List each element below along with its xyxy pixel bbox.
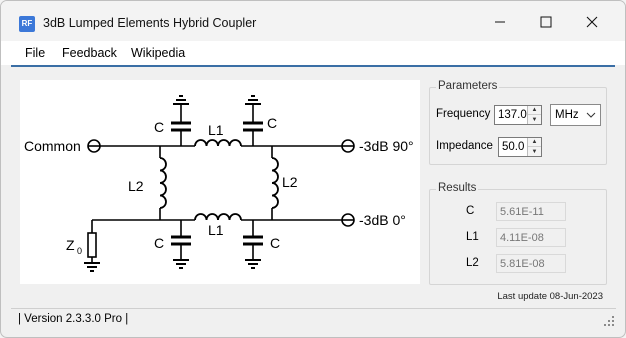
impedance-value: 50.0 <box>502 141 525 153</box>
impedance-input[interactable]: 50.0 ▲ ▼ <box>498 137 542 157</box>
close-button[interactable] <box>569 5 615 39</box>
result-c-label: C <box>466 205 475 217</box>
label-c-top-right: C <box>267 115 277 131</box>
result-l1-value: 4.11E-08 <box>496 228 566 247</box>
menu-file[interactable]: File <box>25 46 45 60</box>
parameters-group: Parameters Frequency 137.0 ▲ ▼ MHz Imped… <box>429 80 607 165</box>
maximize-icon <box>540 16 552 28</box>
label-l1-bottom: L1 <box>208 222 224 238</box>
resize-grip-icon[interactable] <box>604 316 614 326</box>
label-l2-right: L2 <box>282 174 298 190</box>
label-port-90: -3dB 90° <box>359 138 414 154</box>
spin-up-icon[interactable]: ▲ <box>528 106 541 115</box>
impedance-label: Impedance <box>436 140 493 152</box>
unit-select[interactable]: MHz <box>550 104 601 126</box>
label-l1-top: L1 <box>208 122 224 138</box>
label-c-bottom-left: C <box>154 235 164 251</box>
close-icon <box>586 16 598 28</box>
results-title: Results <box>436 182 479 194</box>
circuit-schematic: Common -3dB 90° -3dB 0° C C C C L1 L1 L2… <box>24 95 414 272</box>
frequency-label: Frequency <box>436 108 491 120</box>
app-window: RF 3dB Lumped Elements Hybrid Coupler Fi… <box>0 0 626 338</box>
label-c-bottom-right: C <box>270 235 280 251</box>
circuit-diagram: Common -3dB 90° -3dB 0° C C C C L1 L1 L2… <box>20 80 420 284</box>
maximize-button[interactable] <box>523 5 569 39</box>
result-l1-label: L1 <box>466 231 479 243</box>
status-bar: | Version 2.3.3.0 Pro | <box>11 308 616 328</box>
label-common: Common <box>24 138 81 154</box>
label-port-0: -3dB 0° <box>359 212 406 228</box>
window-title: 3dB Lumped Elements Hybrid Coupler <box>43 16 257 30</box>
spin-down-icon[interactable]: ▼ <box>528 115 541 124</box>
app-icon: RF <box>19 16 35 32</box>
menu-divider <box>11 65 615 67</box>
menu-wikipedia[interactable]: Wikipedia <box>131 46 185 60</box>
label-c-top-left: C <box>154 119 164 135</box>
label-l2-left: L2 <box>128 178 144 194</box>
impedance-spinner[interactable]: ▲ ▼ <box>527 138 541 156</box>
spin-up-icon[interactable]: ▲ <box>528 138 541 147</box>
result-l2-label: L2 <box>466 257 479 269</box>
unit-value: MHz <box>555 109 579 121</box>
version-status: | Version 2.3.3.0 Pro | <box>18 313 129 325</box>
frequency-input[interactable]: 137.0 ▲ ▼ <box>494 105 542 125</box>
title-bar[interactable]: RF 3dB Lumped Elements Hybrid Coupler <box>1 1 625 41</box>
spin-down-icon[interactable]: ▼ <box>528 147 541 156</box>
menu-bar: File Feedback Wikipedia <box>1 41 625 65</box>
result-c-value: 5.61E-11 <box>496 202 566 221</box>
minimize-icon <box>495 21 505 23</box>
minimize-button[interactable] <box>477 5 523 39</box>
results-group: Results C 5.61E-11 L1 4.11E-08 L2 5.81E-… <box>429 182 607 285</box>
frequency-value: 137.0 <box>498 109 527 121</box>
last-update-text: Last update 08-Jun-2023 <box>497 291 603 302</box>
menu-feedback[interactable]: Feedback <box>62 46 117 60</box>
label-z0-subscript: 0 <box>77 246 82 256</box>
result-l2-value: 5.81E-08 <box>496 254 566 273</box>
frequency-spinner[interactable]: ▲ ▼ <box>527 106 541 124</box>
parameters-title: Parameters <box>436 80 500 92</box>
label-z0: Z <box>66 237 75 253</box>
chevron-down-icon <box>586 112 596 118</box>
